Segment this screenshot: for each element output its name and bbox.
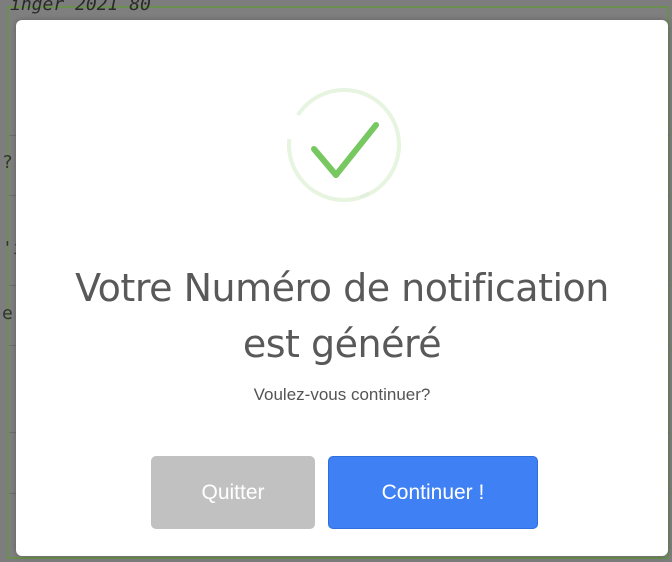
modal-title-line: Votre Numéro de notification	[75, 266, 609, 310]
quit-button[interactable]: Quitter	[151, 456, 315, 529]
background-glyph: e	[2, 303, 13, 324]
modal-subtitle: Voulez-vous continuer?	[253, 385, 431, 404]
success-modal: Votre Numéro de notification est généré …	[16, 20, 668, 556]
background-glyph: ?	[2, 152, 13, 173]
modal-title-line: est généré	[242, 322, 442, 366]
continue-button[interactable]: Continuer !	[328, 456, 538, 529]
modal-title: Votre Numéro de notification est généré	[36, 260, 648, 372]
background-text: ınger 2021 80	[10, 0, 151, 15]
success-checkmark-icon	[286, 87, 402, 203]
